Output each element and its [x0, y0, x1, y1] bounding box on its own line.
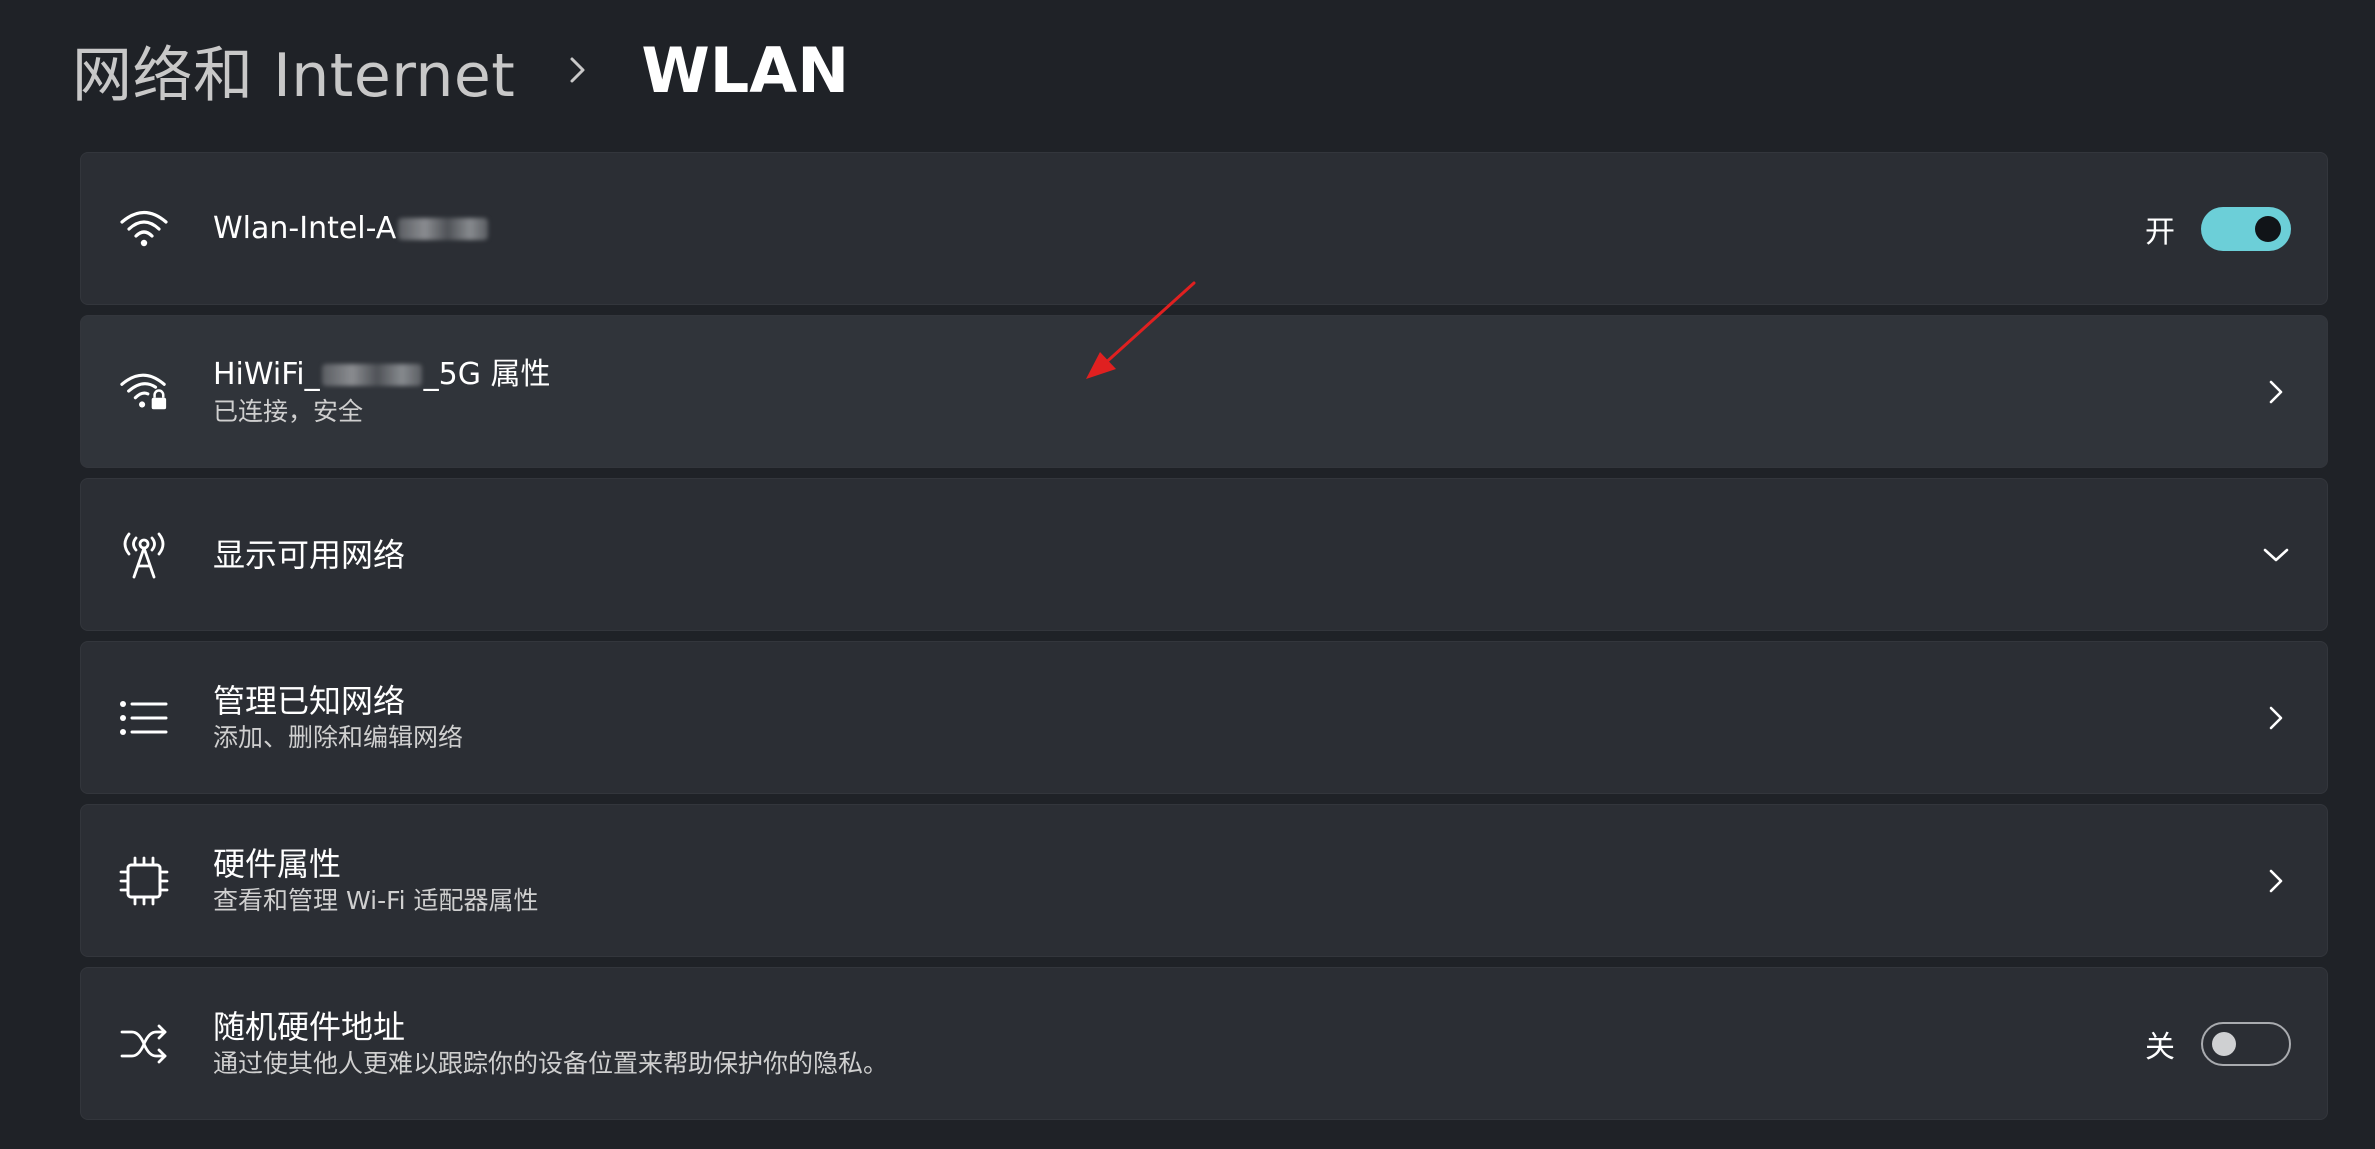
- random-mac-subtitle: 通过使其他人更难以跟踪你的设备位置来帮助保护你的隐私。: [213, 1048, 889, 1078]
- hardware-text: 硬件属性 查看和管理 Wi-Fi 适配器属性: [213, 844, 539, 918]
- wifi-lock-icon: [119, 367, 169, 417]
- annotation-arrow-icon: [1086, 281, 1196, 379]
- random-mac-text: 随机硬件地址 通过使其他人更难以跟踪你的设备位置来帮助保护你的隐私。: [213, 1007, 888, 1081]
- card-right: [2261, 540, 2291, 570]
- page-title: WLAN: [641, 33, 850, 107]
- breadcrumb-parent-link[interactable]: 网络和 Internet: [72, 27, 515, 114]
- hardware-subtitle: 查看和管理 Wi-Fi 适配器属性: [213, 885, 539, 915]
- card-right: [2261, 377, 2291, 407]
- random-mac-title: 随机硬件地址: [213, 1007, 406, 1046]
- wlan-toggle-state-label: 开: [2145, 214, 2175, 250]
- list-icon: [119, 693, 169, 743]
- antenna-icon: [119, 530, 169, 580]
- redacted-text: [398, 218, 489, 240]
- show-available-networks[interactable]: 显示可用网络: [80, 478, 2328, 631]
- connected-network-status: 已连接，安全: [213, 396, 364, 426]
- settings-list: Wlan-Intel-A 开 HiWiFi_ _5G 属性 已连接，安全 显示可…: [80, 152, 2328, 1130]
- redacted-text: [321, 364, 422, 386]
- toggle-knob: [2255, 215, 2281, 242]
- hardware-title: 硬件属性: [213, 844, 342, 883]
- connected-network-text: HiWiFi_ _5G 属性 已连接，安全: [213, 355, 551, 429]
- toggle-knob: [2212, 1031, 2236, 1056]
- available-networks-text: 显示可用网络: [213, 535, 405, 575]
- connected-network-name: HiWiFi_ _5G 属性: [213, 355, 551, 395]
- wlan-toggle[interactable]: [2201, 206, 2291, 251]
- random-hardware-address-card: 随机硬件地址 通过使其他人更难以跟踪你的设备位置来帮助保护你的隐私。 关: [80, 967, 2328, 1120]
- wlan-toggle-group: 开: [2145, 206, 2291, 251]
- random-mac-toggle-group: 关: [2145, 1021, 2291, 1066]
- wlan-adapter-name: Wlan-Intel-A: [213, 209, 490, 249]
- breadcrumb: 网络和 Internet WLAN: [72, 30, 850, 111]
- chip-icon: [119, 856, 169, 906]
- wifi-icon: [119, 204, 169, 254]
- connected-network-properties[interactable]: HiWiFi_ _5G 属性 已连接，安全: [80, 315, 2328, 468]
- connected-network-name-suffix: _5G 属性: [423, 356, 551, 392]
- shuffle-icon: [119, 1019, 169, 1069]
- wlan-adapter-name-text: Wlan-Intel-A: [213, 210, 397, 246]
- known-networks-subtitle: 添加、删除和编辑网络: [213, 722, 464, 752]
- wlan-adapter-card: Wlan-Intel-A 开: [80, 152, 2328, 305]
- wlan-adapter-text: Wlan-Intel-A: [213, 209, 490, 249]
- card-right: [2261, 703, 2291, 733]
- chevron-down-icon: [2261, 540, 2291, 570]
- manage-known-networks[interactable]: 管理已知网络 添加、删除和编辑网络: [80, 641, 2328, 794]
- random-mac-toggle-state-label: 关: [2145, 1029, 2175, 1065]
- card-right: [2261, 866, 2291, 896]
- breadcrumb-separator-icon: [543, 55, 613, 85]
- chevron-right-icon: [2261, 866, 2291, 896]
- known-networks-text: 管理已知网络 添加、删除和编辑网络: [213, 681, 463, 755]
- random-mac-toggle[interactable]: [2201, 1021, 2291, 1066]
- chevron-right-icon: [2261, 377, 2291, 407]
- chevron-right-icon: [2261, 703, 2291, 733]
- hardware-properties[interactable]: 硬件属性 查看和管理 Wi-Fi 适配器属性: [80, 804, 2328, 957]
- known-networks-title: 管理已知网络: [213, 681, 406, 720]
- connected-network-name-prefix: HiWiFi_: [213, 356, 320, 392]
- available-networks-title: 显示可用网络: [213, 535, 406, 574]
